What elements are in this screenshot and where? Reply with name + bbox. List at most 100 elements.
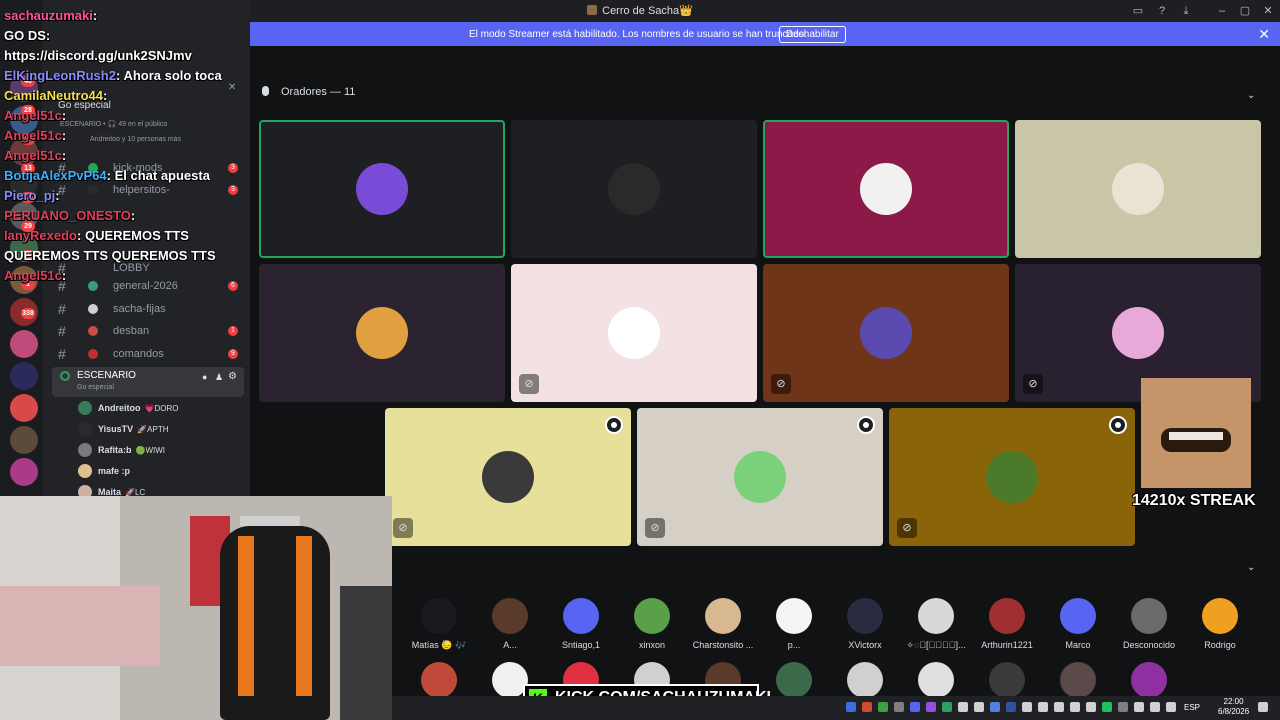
channel-desban[interactable]: # desban 1 xyxy=(48,321,244,341)
muted-mic-icon: ⊘ xyxy=(393,518,413,538)
channel-emoji-icon xyxy=(88,304,98,314)
tray-app-icon[interactable] xyxy=(926,702,936,712)
tray-app-icon[interactable] xyxy=(1006,702,1016,712)
server-icon[interactable] xyxy=(10,426,38,454)
audience-member[interactable]: Rodrigo xyxy=(1184,598,1256,650)
speaker-tile[interactable] xyxy=(511,120,757,258)
audience-member[interactable]: xinxon xyxy=(616,598,688,650)
speaker-tile[interactable]: ⊘ xyxy=(889,408,1135,546)
speaker-avatar xyxy=(482,451,534,503)
speaker-tile[interactable]: ⊘ xyxy=(637,408,883,546)
webcam-gaming-chair xyxy=(220,526,330,720)
chat-text: QUEREMOS TTS QUEREMOS TTS xyxy=(4,248,216,263)
audience-member[interactable]: ✧◌⃘[𝓭𝓮𝓶𝓲]... xyxy=(900,598,972,651)
audience-member[interactable]: Marco xyxy=(1042,598,1114,650)
chat-message: Angel51c: xyxy=(4,108,66,123)
audience-member[interactable]: XVictorx xyxy=(829,598,901,650)
tray-app-icon[interactable] xyxy=(1038,702,1048,712)
language-indicator[interactable]: ESP xyxy=(1184,703,1200,712)
audience-avatar[interactable] xyxy=(1131,662,1167,698)
tray-app-icon[interactable] xyxy=(1134,702,1144,712)
audience-member[interactable]: A... xyxy=(474,598,546,650)
clock[interactable]: 22:00 6/8/2026 xyxy=(1218,697,1249,717)
avatar xyxy=(918,598,954,634)
audience-avatar[interactable] xyxy=(918,662,954,698)
speaker-avatar xyxy=(356,307,408,359)
speaker-avatar xyxy=(860,307,912,359)
audience-member[interactable]: Matías 😓 🎶 xyxy=(403,598,475,651)
tray-whatsapp-icon[interactable] xyxy=(1102,702,1112,712)
help-icon[interactable]: ? xyxy=(1155,4,1169,18)
collapse-speakers-chevron-icon[interactable]: ⌄ xyxy=(1247,90,1255,101)
webcam-chair-stripe-left xyxy=(238,536,254,696)
server-icon[interactable] xyxy=(10,394,38,422)
server-icon[interactable] xyxy=(10,362,38,390)
add-member-icon[interactable]: ♟ xyxy=(215,372,223,383)
audience-avatar[interactable] xyxy=(1060,662,1096,698)
audience-member[interactable]: Arthurin1221 xyxy=(971,598,1043,650)
tray-app-icon[interactable] xyxy=(1070,702,1080,712)
tray-discord-icon[interactable] xyxy=(910,702,920,712)
chat-separator: : xyxy=(61,108,67,123)
tray-app-icon[interactable] xyxy=(1022,702,1032,712)
notifications-icon[interactable] xyxy=(1258,702,1268,712)
speaker-tile[interactable] xyxy=(259,120,505,258)
speaker-tile[interactable] xyxy=(1015,120,1261,258)
audience-member-name: Charstonsito ... xyxy=(692,640,754,650)
collapse-audience-chevron-icon[interactable]: ⌄ xyxy=(1247,562,1255,573)
tray-app-icon[interactable] xyxy=(990,702,1000,712)
audience-member[interactable]: Desconocido xyxy=(1113,598,1185,650)
audience-avatar[interactable] xyxy=(421,662,457,698)
channel-comandos[interactable]: # comandos 9 xyxy=(48,344,244,364)
settings-gear-icon[interactable]: ⚙ xyxy=(228,371,237,382)
tray-app-icon[interactable] xyxy=(942,702,952,712)
avatar xyxy=(78,464,92,478)
tray-app-icon[interactable] xyxy=(1118,702,1128,712)
audience-member[interactable]: p... xyxy=(758,598,830,650)
minimize-icon[interactable]: – xyxy=(1215,4,1229,18)
tray-app-icon[interactable] xyxy=(894,702,904,712)
channel-hash-icon: # xyxy=(58,301,66,317)
speaker-tile[interactable]: ⊘ xyxy=(385,408,631,546)
chat-separator: : xyxy=(130,208,136,223)
maximize-icon[interactable]: ▢ xyxy=(1238,4,1252,18)
member-name: mafe :p xyxy=(98,466,130,476)
audience-member[interactable]: Charstonsito ... xyxy=(687,598,759,650)
avatar xyxy=(492,598,528,634)
speaker-tile[interactable]: ⊘ xyxy=(511,264,757,402)
close-icon[interactable]: ✕ xyxy=(1261,4,1275,18)
speaker-tile[interactable] xyxy=(763,120,1009,258)
streamer-webcam xyxy=(0,496,392,720)
avatar xyxy=(78,401,92,415)
audience-member[interactable]: Sntiago,1 xyxy=(545,598,617,650)
server-icon[interactable] xyxy=(10,458,38,486)
channel-sacha-fijas[interactable]: # sacha-fijas xyxy=(48,299,244,319)
tray-app-icon[interactable] xyxy=(1054,702,1064,712)
chat-username: Piero_pj xyxy=(4,188,56,203)
member-name-text: Andreitoo xyxy=(98,403,141,413)
streamer-mode-banner: El modo Streamer está habilitado. Los no… xyxy=(228,22,1280,46)
speaker-tile[interactable]: ⊘ xyxy=(763,264,1009,402)
banner-close-icon[interactable]: ✕ xyxy=(1258,26,1270,43)
tray-app-icon[interactable] xyxy=(878,702,888,712)
chat-message: Angel51c: xyxy=(4,148,66,163)
tray-wifi-icon[interactable] xyxy=(1166,702,1176,712)
tray-app-icon[interactable] xyxy=(958,702,968,712)
audience-avatar[interactable] xyxy=(989,662,1025,698)
disable-streamer-button[interactable]: Deshabilitar xyxy=(779,26,846,43)
audience-avatar[interactable] xyxy=(776,662,812,698)
server-icon[interactable] xyxy=(10,330,38,358)
tray-app-icon[interactable] xyxy=(862,702,872,712)
webcam-bed xyxy=(0,586,160,666)
channel-hash-icon: # xyxy=(58,323,66,339)
audience-avatar[interactable] xyxy=(847,662,883,698)
chat-icon[interactable]: ● xyxy=(202,372,207,382)
stage-channel-escenario[interactable]: ESCENARIO Go especial ● ♟ ⚙ xyxy=(52,367,244,397)
tray-volume-icon[interactable] xyxy=(1150,702,1160,712)
tray-shield-icon[interactable] xyxy=(846,702,856,712)
download-icon[interactable]: ⤓ xyxy=(1179,4,1193,18)
tray-app-icon[interactable] xyxy=(1086,702,1096,712)
tray-app-icon[interactable] xyxy=(974,702,984,712)
speaker-tile[interactable] xyxy=(259,264,505,402)
inbox-icon[interactable]: ▭ xyxy=(1131,4,1145,18)
